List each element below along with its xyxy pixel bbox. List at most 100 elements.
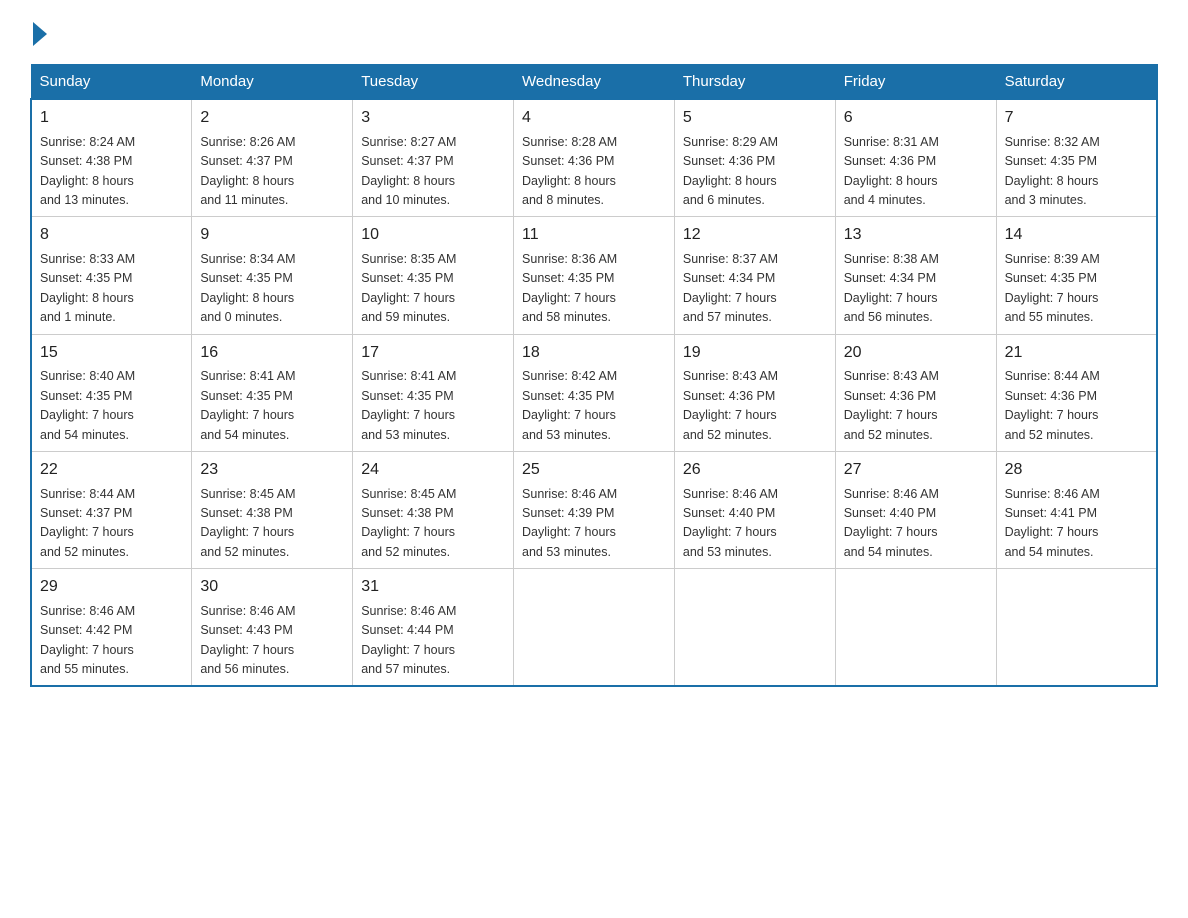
col-header-saturday: Saturday [996, 65, 1157, 100]
calendar-cell: 30Sunrise: 8:46 AMSunset: 4:43 PMDayligh… [192, 569, 353, 687]
day-info: Sunrise: 8:46 AMSunset: 4:44 PMDaylight:… [361, 602, 505, 680]
day-info: Sunrise: 8:44 AMSunset: 4:37 PMDaylight:… [40, 485, 183, 563]
day-info: Sunrise: 8:46 AMSunset: 4:39 PMDaylight:… [522, 485, 666, 563]
day-info: Sunrise: 8:37 AMSunset: 4:34 PMDaylight:… [683, 250, 827, 328]
calendar-week-row: 1Sunrise: 8:24 AMSunset: 4:38 PMDaylight… [31, 99, 1157, 217]
day-number: 24 [361, 458, 505, 483]
day-info: Sunrise: 8:44 AMSunset: 4:36 PMDaylight:… [1005, 367, 1148, 445]
day-info: Sunrise: 8:28 AMSunset: 4:36 PMDaylight:… [522, 133, 666, 211]
day-info: Sunrise: 8:45 AMSunset: 4:38 PMDaylight:… [200, 485, 344, 563]
day-info: Sunrise: 8:39 AMSunset: 4:35 PMDaylight:… [1005, 250, 1148, 328]
day-info: Sunrise: 8:32 AMSunset: 4:35 PMDaylight:… [1005, 133, 1148, 211]
col-header-wednesday: Wednesday [514, 65, 675, 100]
calendar-cell: 7Sunrise: 8:32 AMSunset: 4:35 PMDaylight… [996, 99, 1157, 217]
calendar-cell: 21Sunrise: 8:44 AMSunset: 4:36 PMDayligh… [996, 334, 1157, 451]
day-number: 11 [522, 223, 666, 248]
day-number: 2 [200, 106, 344, 131]
calendar-week-row: 22Sunrise: 8:44 AMSunset: 4:37 PMDayligh… [31, 451, 1157, 568]
day-info: Sunrise: 8:42 AMSunset: 4:35 PMDaylight:… [522, 367, 666, 445]
day-number: 1 [40, 106, 183, 131]
day-info: Sunrise: 8:46 AMSunset: 4:41 PMDaylight:… [1005, 485, 1148, 563]
calendar-week-row: 15Sunrise: 8:40 AMSunset: 4:35 PMDayligh… [31, 334, 1157, 451]
calendar-cell: 16Sunrise: 8:41 AMSunset: 4:35 PMDayligh… [192, 334, 353, 451]
day-number: 31 [361, 575, 505, 600]
calendar-cell: 25Sunrise: 8:46 AMSunset: 4:39 PMDayligh… [514, 451, 675, 568]
calendar-cell [674, 569, 835, 687]
day-number: 19 [683, 341, 827, 366]
col-header-tuesday: Tuesday [353, 65, 514, 100]
calendar-cell: 19Sunrise: 8:43 AMSunset: 4:36 PMDayligh… [674, 334, 835, 451]
day-number: 13 [844, 223, 988, 248]
day-number: 4 [522, 106, 666, 131]
day-number: 8 [40, 223, 183, 248]
calendar-cell: 6Sunrise: 8:31 AMSunset: 4:36 PMDaylight… [835, 99, 996, 217]
day-info: Sunrise: 8:46 AMSunset: 4:42 PMDaylight:… [40, 602, 183, 680]
logo-arrow-icon [33, 22, 47, 46]
calendar-cell: 27Sunrise: 8:46 AMSunset: 4:40 PMDayligh… [835, 451, 996, 568]
day-info: Sunrise: 8:41 AMSunset: 4:35 PMDaylight:… [200, 367, 344, 445]
day-number: 6 [844, 106, 988, 131]
day-info: Sunrise: 8:41 AMSunset: 4:35 PMDaylight:… [361, 367, 505, 445]
day-number: 17 [361, 341, 505, 366]
day-number: 10 [361, 223, 505, 248]
day-number: 22 [40, 458, 183, 483]
calendar-cell: 31Sunrise: 8:46 AMSunset: 4:44 PMDayligh… [353, 569, 514, 687]
day-number: 7 [1005, 106, 1148, 131]
day-info: Sunrise: 8:27 AMSunset: 4:37 PMDaylight:… [361, 133, 505, 211]
calendar-week-row: 29Sunrise: 8:46 AMSunset: 4:42 PMDayligh… [31, 569, 1157, 687]
day-info: Sunrise: 8:46 AMSunset: 4:43 PMDaylight:… [200, 602, 344, 680]
day-info: Sunrise: 8:43 AMSunset: 4:36 PMDaylight:… [844, 367, 988, 445]
day-info: Sunrise: 8:36 AMSunset: 4:35 PMDaylight:… [522, 250, 666, 328]
calendar-header-row: SundayMondayTuesdayWednesdayThursdayFrid… [31, 65, 1157, 100]
day-number: 9 [200, 223, 344, 248]
calendar-cell: 17Sunrise: 8:41 AMSunset: 4:35 PMDayligh… [353, 334, 514, 451]
day-number: 21 [1005, 341, 1148, 366]
day-info: Sunrise: 8:35 AMSunset: 4:35 PMDaylight:… [361, 250, 505, 328]
day-number: 25 [522, 458, 666, 483]
day-number: 23 [200, 458, 344, 483]
calendar-cell: 8Sunrise: 8:33 AMSunset: 4:35 PMDaylight… [31, 217, 192, 334]
calendar-cell: 12Sunrise: 8:37 AMSunset: 4:34 PMDayligh… [674, 217, 835, 334]
calendar-cell: 24Sunrise: 8:45 AMSunset: 4:38 PMDayligh… [353, 451, 514, 568]
day-info: Sunrise: 8:43 AMSunset: 4:36 PMDaylight:… [683, 367, 827, 445]
calendar-cell: 20Sunrise: 8:43 AMSunset: 4:36 PMDayligh… [835, 334, 996, 451]
calendar-week-row: 8Sunrise: 8:33 AMSunset: 4:35 PMDaylight… [31, 217, 1157, 334]
day-info: Sunrise: 8:34 AMSunset: 4:35 PMDaylight:… [200, 250, 344, 328]
day-info: Sunrise: 8:46 AMSunset: 4:40 PMDaylight:… [844, 485, 988, 563]
calendar-cell: 2Sunrise: 8:26 AMSunset: 4:37 PMDaylight… [192, 99, 353, 217]
calendar-cell [514, 569, 675, 687]
calendar-cell: 18Sunrise: 8:42 AMSunset: 4:35 PMDayligh… [514, 334, 675, 451]
col-header-sunday: Sunday [31, 65, 192, 100]
day-number: 30 [200, 575, 344, 600]
calendar-cell: 3Sunrise: 8:27 AMSunset: 4:37 PMDaylight… [353, 99, 514, 217]
day-number: 12 [683, 223, 827, 248]
calendar-cell: 29Sunrise: 8:46 AMSunset: 4:42 PMDayligh… [31, 569, 192, 687]
day-number: 14 [1005, 223, 1148, 248]
calendar-cell [835, 569, 996, 687]
calendar-cell: 11Sunrise: 8:36 AMSunset: 4:35 PMDayligh… [514, 217, 675, 334]
day-info: Sunrise: 8:31 AMSunset: 4:36 PMDaylight:… [844, 133, 988, 211]
day-number: 15 [40, 341, 183, 366]
calendar-cell: 10Sunrise: 8:35 AMSunset: 4:35 PMDayligh… [353, 217, 514, 334]
day-info: Sunrise: 8:38 AMSunset: 4:34 PMDaylight:… [844, 250, 988, 328]
calendar-cell: 15Sunrise: 8:40 AMSunset: 4:35 PMDayligh… [31, 334, 192, 451]
calendar-table: SundayMondayTuesdayWednesdayThursdayFrid… [30, 64, 1158, 687]
calendar-cell: 26Sunrise: 8:46 AMSunset: 4:40 PMDayligh… [674, 451, 835, 568]
calendar-cell: 9Sunrise: 8:34 AMSunset: 4:35 PMDaylight… [192, 217, 353, 334]
col-header-monday: Monday [192, 65, 353, 100]
day-number: 29 [40, 575, 183, 600]
day-number: 18 [522, 341, 666, 366]
day-info: Sunrise: 8:45 AMSunset: 4:38 PMDaylight:… [361, 485, 505, 563]
page-header [30, 20, 1158, 46]
day-number: 3 [361, 106, 505, 131]
day-number: 26 [683, 458, 827, 483]
day-number: 16 [200, 341, 344, 366]
day-info: Sunrise: 8:24 AMSunset: 4:38 PMDaylight:… [40, 133, 183, 211]
day-number: 27 [844, 458, 988, 483]
calendar-cell: 1Sunrise: 8:24 AMSunset: 4:38 PMDaylight… [31, 99, 192, 217]
calendar-cell: 28Sunrise: 8:46 AMSunset: 4:41 PMDayligh… [996, 451, 1157, 568]
col-header-thursday: Thursday [674, 65, 835, 100]
calendar-cell: 13Sunrise: 8:38 AMSunset: 4:34 PMDayligh… [835, 217, 996, 334]
day-info: Sunrise: 8:33 AMSunset: 4:35 PMDaylight:… [40, 250, 183, 328]
calendar-cell: 4Sunrise: 8:28 AMSunset: 4:36 PMDaylight… [514, 99, 675, 217]
